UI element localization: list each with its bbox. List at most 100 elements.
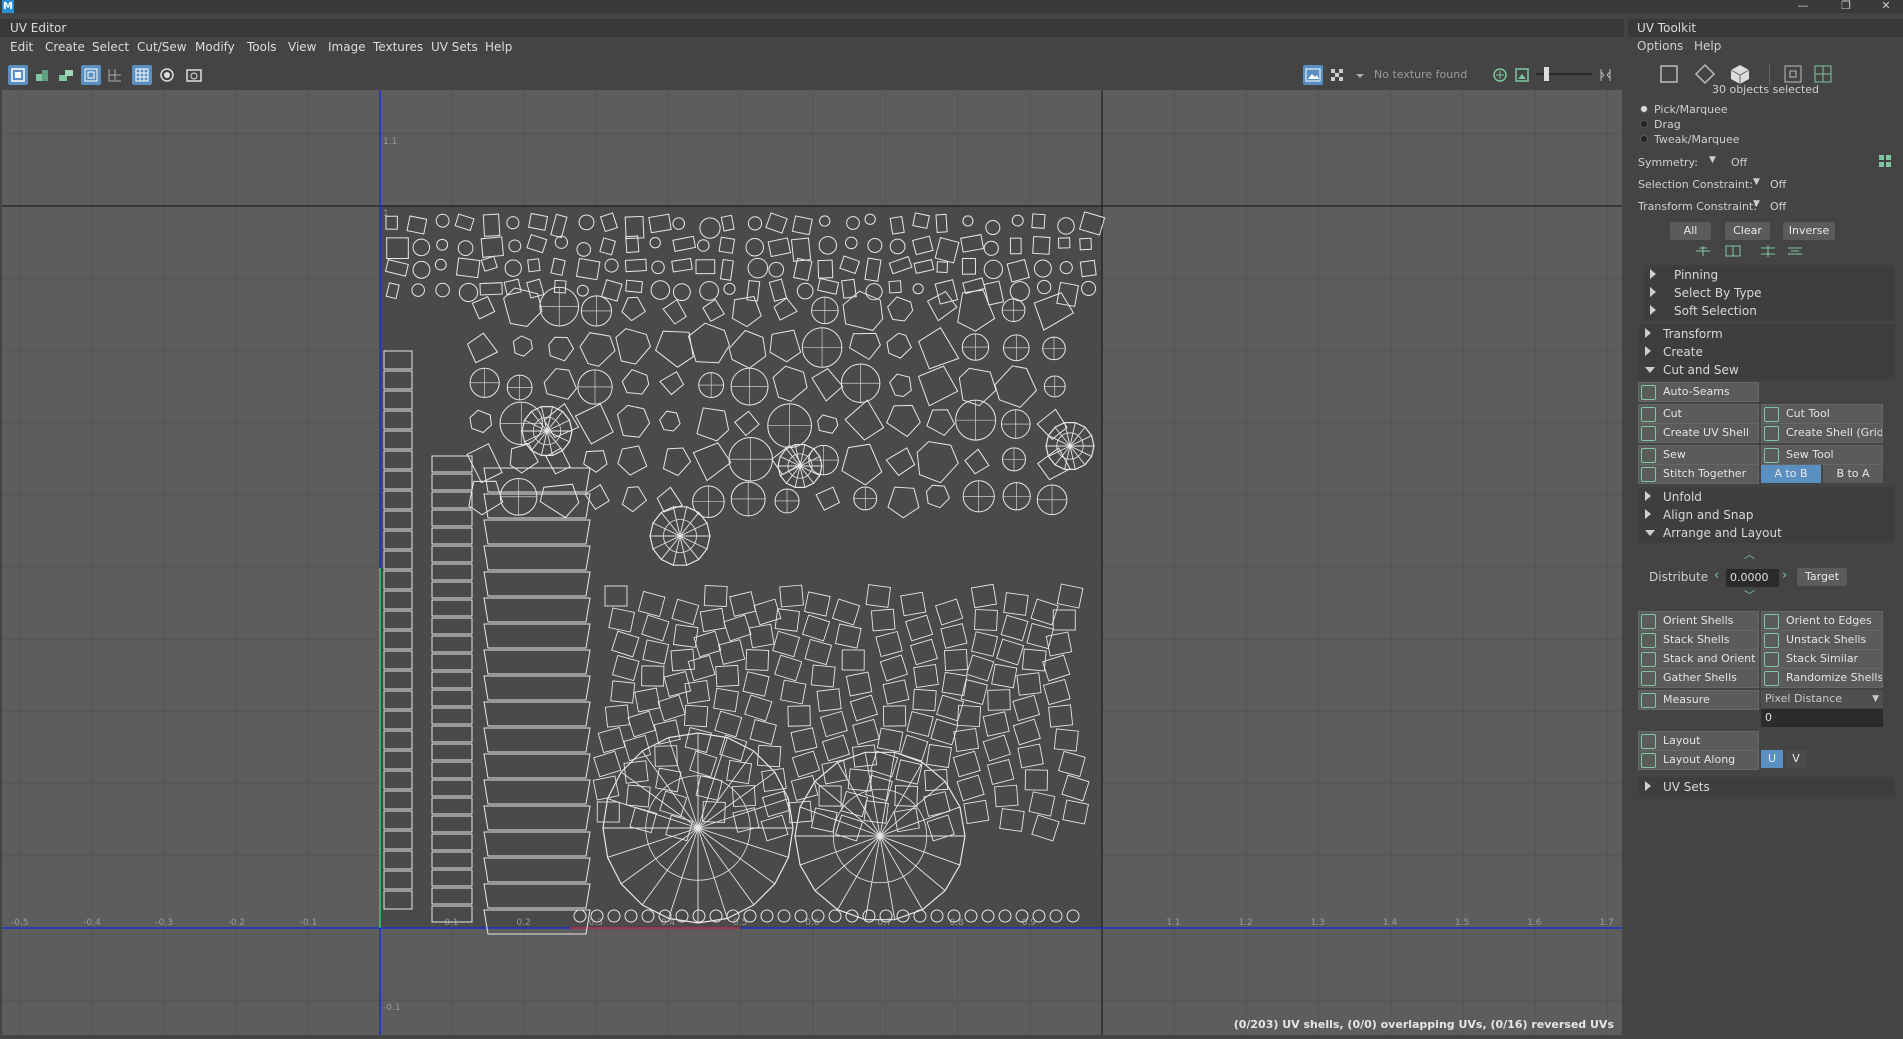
uv-grid-canvas[interactable]: -0.5 -0.4 -0.3 -0.2 -0.1 0.1 0.2 0.3 0.4 0.5 0.6 0.… bbox=[2, 90, 1622, 1035]
grid-display-icon[interactable] bbox=[105, 65, 125, 85]
measure-value-field[interactable]: 0 bbox=[1761, 709, 1883, 727]
transform-constraint-dropdown-icon[interactable]: ▼ bbox=[1753, 199, 1760, 209]
sew-button[interactable]: Sew bbox=[1638, 445, 1759, 465]
exposure-slider-handle[interactable] bbox=[1544, 67, 1549, 81]
menu-modify[interactable]: Modify bbox=[195, 40, 235, 54]
tweak-marquee-radio[interactable] bbox=[1640, 135, 1648, 143]
image-ratio-icon[interactable] bbox=[1512, 65, 1532, 85]
symmetry-value[interactable]: Off bbox=[1731, 156, 1747, 169]
drag-radio[interactable] bbox=[1640, 120, 1648, 128]
menu-image[interactable]: Image bbox=[328, 40, 366, 54]
layout-along-button[interactable]: Layout Along bbox=[1638, 750, 1759, 770]
select-clear-button[interactable]: Clear bbox=[1725, 222, 1770, 240]
menu-textures[interactable]: Textures bbox=[373, 40, 423, 54]
cut-button[interactable]: Cut bbox=[1638, 404, 1759, 424]
wireframe-icon[interactable] bbox=[81, 65, 101, 85]
pick-marquee-label[interactable]: Pick/Marquee bbox=[1654, 103, 1728, 116]
symmetry-option-icon[interactable] bbox=[1878, 154, 1892, 168]
section-pinning[interactable]: Pinning bbox=[1644, 265, 1895, 285]
menu-view[interactable]: View bbox=[288, 40, 316, 54]
snapshot-icon[interactable] bbox=[184, 65, 204, 85]
stack-and-orient-button[interactable]: Stack and Orient bbox=[1638, 649, 1759, 669]
frame-selection-icon[interactable] bbox=[1782, 63, 1804, 85]
uv-editor-toolbar: No texture found bbox=[0, 62, 1624, 88]
orient-shells-button[interactable]: Orient Shells bbox=[1638, 611, 1759, 631]
drag-label[interactable]: Drag bbox=[1654, 118, 1681, 131]
b-to-a-button[interactable]: B to A bbox=[1823, 465, 1883, 483]
section-uv-sets[interactable]: UV Sets bbox=[1639, 777, 1895, 797]
create-uv-shell-button[interactable]: Create UV Shell bbox=[1638, 423, 1759, 443]
pixel-snap-icon[interactable] bbox=[157, 65, 177, 85]
a-to-b-button[interactable]: A to B bbox=[1761, 465, 1821, 483]
menu-cut-sew[interactable]: Cut/Sew bbox=[137, 40, 187, 54]
section-transform[interactable]: Transform bbox=[1639, 324, 1895, 344]
texture-filter-icon[interactable] bbox=[1490, 65, 1510, 85]
section-soft-selection[interactable]: Soft Selection bbox=[1644, 301, 1895, 321]
unstack-shells-button[interactable]: Unstack Shells bbox=[1761, 630, 1883, 650]
select-border-icon[interactable] bbox=[1694, 244, 1712, 258]
checker-icon[interactable] bbox=[1327, 65, 1347, 85]
select-grow-icon[interactable] bbox=[1759, 244, 1777, 258]
menu-tools[interactable]: Tools bbox=[247, 40, 277, 54]
selection-constraint-value[interactable]: Off bbox=[1770, 178, 1786, 191]
gather-shells-button[interactable]: Gather Shells bbox=[1638, 668, 1759, 688]
section-select-by-type[interactable]: Select By Type bbox=[1644, 283, 1895, 303]
object-mode-icon[interactable] bbox=[1658, 63, 1680, 85]
menu-select[interactable]: Select bbox=[92, 40, 129, 54]
section-align-and-snap[interactable]: Align and Snap bbox=[1639, 505, 1895, 525]
measure-mode-dropdown[interactable]: Pixel Distance ▼ bbox=[1761, 690, 1883, 708]
minimize-button[interactable]: — bbox=[1783, 0, 1823, 13]
distribute-right-icon[interactable]: › bbox=[1782, 568, 1787, 583]
selection-constraint-dropdown-icon[interactable]: ▼ bbox=[1753, 177, 1760, 187]
orient-to-edges-button[interactable]: Orient to Edges bbox=[1761, 611, 1883, 631]
close-button[interactable]: ✕ bbox=[1866, 0, 1903, 13]
section-unfold[interactable]: Unfold bbox=[1639, 487, 1895, 507]
distribute-value-field[interactable]: 0.0000 bbox=[1726, 569, 1779, 587]
sew-tool-button[interactable]: Sew Tool bbox=[1761, 445, 1883, 465]
toolbar-expand-icon[interactable] bbox=[1596, 65, 1616, 85]
select-all-button[interactable]: All bbox=[1670, 222, 1711, 240]
toolkit-menu-help[interactable]: Help bbox=[1694, 39, 1721, 53]
measure-button[interactable]: Measure bbox=[1638, 690, 1759, 710]
symmetry-dropdown-icon[interactable]: ▼ bbox=[1709, 155, 1716, 165]
checker-dropdown-icon[interactable] bbox=[1350, 65, 1364, 85]
grid-icon[interactable] bbox=[132, 65, 152, 85]
shaded-mode-icon[interactable] bbox=[32, 65, 52, 85]
toolkit-menu-options[interactable]: Options bbox=[1637, 39, 1683, 53]
distribute-down-icon[interactable]: ﹀ bbox=[1744, 587, 1755, 603]
uv-viewport[interactable]: -0.5 -0.4 -0.3 -0.2 -0.1 0.1 0.2 0.3 0.4 0.5 0.6 0.… bbox=[2, 90, 1622, 1035]
select-inverse-button[interactable]: Inverse bbox=[1783, 222, 1835, 240]
tweak-marquee-label[interactable]: Tweak/Marquee bbox=[1654, 133, 1740, 146]
frame-all-icon[interactable] bbox=[1812, 63, 1834, 85]
menu-edit[interactable]: Edit bbox=[10, 40, 33, 54]
layout-along-v-button[interactable]: V bbox=[1785, 750, 1807, 768]
select-shrink-icon[interactable] bbox=[1786, 244, 1804, 258]
distribute-left-icon[interactable]: ‹ bbox=[1714, 568, 1719, 583]
stacked-mode-icon[interactable] bbox=[56, 65, 76, 85]
target-button[interactable]: Target bbox=[1797, 568, 1847, 586]
auto-seams-button[interactable]: Auto-Seams bbox=[1638, 382, 1759, 402]
layout-button[interactable]: Layout bbox=[1638, 731, 1759, 751]
create-shell-grid-button[interactable]: Create Shell (Grid) bbox=[1761, 423, 1883, 443]
menu-help[interactable]: Help bbox=[485, 40, 512, 54]
section-create[interactable]: Create bbox=[1639, 342, 1895, 362]
pick-marquee-radio[interactable] bbox=[1640, 105, 1648, 113]
stitch-together-button[interactable]: Stitch Together bbox=[1638, 464, 1759, 484]
stack-shells-button[interactable]: Stack Shells bbox=[1638, 630, 1759, 650]
section-cut-and-sew[interactable]: Cut and Sew bbox=[1639, 360, 1895, 380]
layout-along-u-button[interactable]: U bbox=[1761, 750, 1783, 768]
stack-similar-button[interactable]: Stack Similar bbox=[1761, 649, 1883, 669]
menu-uv-sets[interactable]: UV Sets bbox=[431, 40, 478, 54]
section-arrange-and-layout[interactable]: Arrange and Layout bbox=[1639, 523, 1895, 543]
uv-shell-mode-icon[interactable] bbox=[8, 65, 28, 85]
image-display-icon[interactable] bbox=[1303, 65, 1323, 85]
transform-constraint-value[interactable]: Off bbox=[1770, 200, 1786, 213]
restore-button[interactable]: ❐ bbox=[1826, 0, 1866, 13]
menu-create[interactable]: Create bbox=[45, 40, 85, 54]
distribute-up-icon[interactable]: ︿ bbox=[1744, 546, 1755, 562]
uv-shell-cube-icon[interactable] bbox=[1729, 63, 1751, 85]
component-mode-icon[interactable] bbox=[1694, 63, 1716, 85]
randomize-shells-button[interactable]: Randomize Shells bbox=[1761, 668, 1883, 688]
select-shell-icon[interactable] bbox=[1724, 244, 1742, 258]
cut-tool-button[interactable]: Cut Tool bbox=[1761, 404, 1883, 424]
